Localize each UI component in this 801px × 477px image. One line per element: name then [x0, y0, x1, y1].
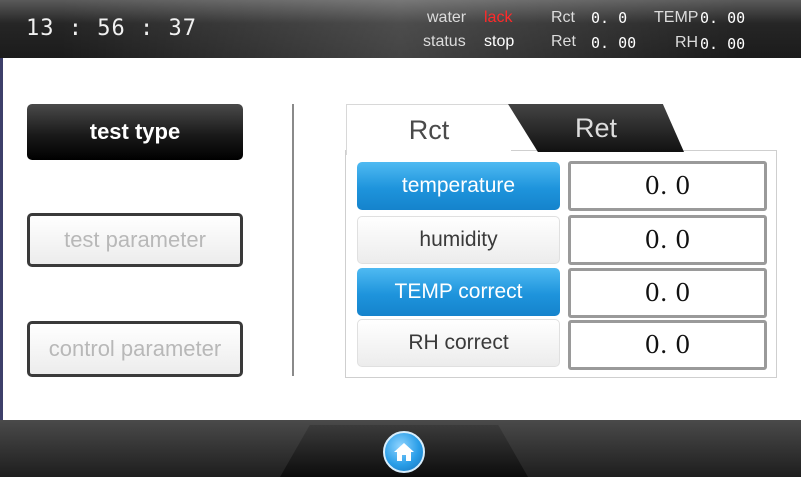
rh-correct-button[interactable]: RH correct — [357, 319, 560, 367]
home-button[interactable] — [383, 431, 425, 473]
humidity-value-field[interactable]: 0. 0 — [568, 215, 767, 265]
tab-ret[interactable]: Ret — [508, 104, 684, 152]
temperature-button[interactable]: temperature — [357, 162, 560, 210]
temp-correct-button[interactable]: TEMP correct — [357, 268, 560, 316]
water-label: water — [427, 9, 467, 26]
rct-readout-value: 0. 0 — [591, 9, 628, 27]
rct-readout-label: Rct — [551, 9, 575, 26]
left-edge-strip — [0, 58, 3, 420]
ret-readout-value: 0. 00 — [591, 34, 637, 52]
rh-readout-value: 0. 00 — [700, 35, 746, 53]
test-type-button[interactable]: test type — [27, 104, 243, 160]
vertical-divider — [292, 104, 294, 376]
run-status: stop — [484, 33, 515, 50]
temp-readout-value: 0. 00 — [700, 9, 746, 27]
test-parameter-button[interactable]: test parameter — [27, 213, 243, 267]
clock: 13 : 56 : 37 — [26, 16, 197, 41]
rh-correct-value-field[interactable]: 0. 0 — [568, 320, 767, 370]
temp-readout-label: TEMP — [654, 9, 699, 26]
rh-readout-label: RH — [675, 34, 699, 51]
humidity-button[interactable]: humidity — [357, 216, 560, 264]
water-status: lack — [484, 9, 513, 26]
control-parameter-button[interactable]: control parameter — [27, 321, 243, 377]
ret-readout-label: Ret — [551, 33, 576, 50]
temperature-value-field[interactable]: 0. 0 — [568, 161, 767, 211]
tab-rct[interactable]: Rct — [346, 104, 511, 155]
status-label: status — [423, 33, 466, 50]
home-icon — [394, 443, 414, 461]
temp-correct-value-field[interactable]: 0. 0 — [568, 268, 767, 318]
